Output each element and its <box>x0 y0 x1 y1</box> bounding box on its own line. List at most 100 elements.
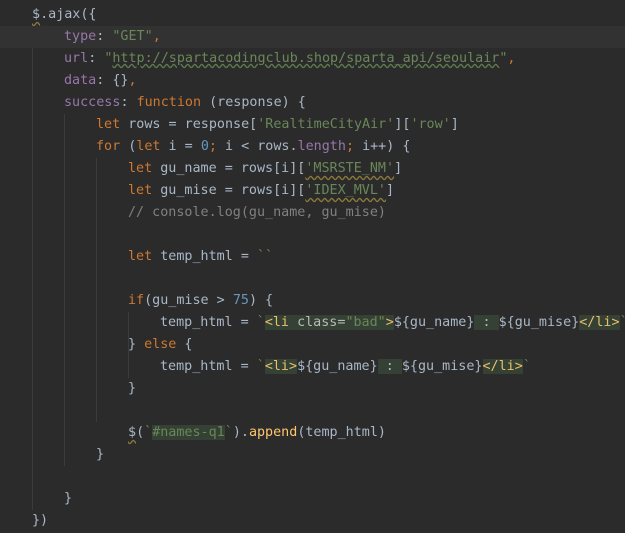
code-token: 'row' <box>410 117 451 132</box>
code-line[interactable]: let rows = response['RealtimeCityAir']['… <box>0 114 625 136</box>
code-token: ` <box>256 359 265 374</box>
code-line-text: for (let i = 0; i < rows.length; i++) { <box>96 136 410 158</box>
code-token: } <box>64 491 73 506</box>
code-token: ${gu_mise} <box>498 315 580 330</box>
code-token: ${gu_mise} <box>401 359 483 374</box>
code-token: let <box>128 161 153 176</box>
code-token: $ <box>128 425 137 440</box>
code-line-text: $(`#names-q1`).append(temp_html) <box>128 422 386 444</box>
code-line[interactable]: // console.log(gu_name, gu_mise) <box>0 202 625 224</box>
code-token: .ajax({ <box>40 7 97 22</box>
code-token: ` <box>144 425 153 440</box>
code-token: ` <box>224 425 233 440</box>
code-token: // console.log(gu_name, gu_mise) <box>128 205 386 220</box>
code-token: } <box>128 337 145 352</box>
code-line[interactable] <box>0 400 625 422</box>
code-line-text: type: "GET", <box>64 26 161 48</box>
code-line[interactable]: if(gu_mise > 75) { <box>0 290 625 312</box>
code-token: (temp_html) <box>297 425 386 440</box>
code-line[interactable]: let gu_name = rows[i]['MSRSTE_NM'] <box>0 158 625 180</box>
code-token: append <box>248 425 298 440</box>
code-token: , <box>507 51 516 66</box>
code-token: ` <box>619 315 625 330</box>
code-token: ${gu_name} <box>393 315 475 330</box>
code-line[interactable]: $(`#names-q1`).append(temp_html) <box>0 422 625 444</box>
code-line[interactable]: for (let i = 0; i < rows.length; i++) { <box>0 136 625 158</box>
code-token: : {} <box>96 73 129 88</box>
code-token: }) <box>32 513 49 528</box>
code-token: function <box>136 95 202 110</box>
code-token: ). <box>232 425 249 440</box>
code-line-text: success: function (response) { <box>64 92 306 114</box>
code-token: : <box>88 51 105 66</box>
code-token: http://spartacodingclub.shop/sparta_api/… <box>112 51 500 66</box>
code-token: temp_html = <box>160 359 257 374</box>
code-token: #names-q1 <box>152 425 225 440</box>
code-line[interactable]: }) <box>0 510 625 532</box>
code-token: i < rows. <box>225 139 298 154</box>
code-token: url <box>64 51 89 66</box>
code-line-text: url: "http://spartacodingclub.shop/spart… <box>64 48 515 70</box>
code-token: : <box>377 359 402 374</box>
code-line[interactable]: } <box>0 444 625 466</box>
code-token: } <box>96 447 105 462</box>
code-token: , <box>152 29 161 44</box>
code-token: length <box>297 139 346 154</box>
code-token: (response) { <box>201 95 306 110</box>
code-token: data <box>64 73 97 88</box>
code-token: : <box>474 315 499 330</box>
code-line-text: } <box>64 488 72 510</box>
code-token: let <box>128 183 153 198</box>
code-token: ] <box>386 183 395 198</box>
code-line[interactable] <box>0 268 625 290</box>
code-line[interactable]: url: "http://spartacodingclub.shop/spart… <box>0 48 625 70</box>
code-token: success <box>64 95 121 110</box>
code-token: (gu_mise > <box>144 293 233 308</box>
code-token: ] <box>450 117 459 132</box>
code-line-text: }) <box>32 510 48 532</box>
code-line-text: temp_html = `<li>${gu_name} : ${gu_mise}… <box>160 356 531 378</box>
code-line-text: let temp_html = `` <box>128 246 273 268</box>
code-line[interactable]: } <box>0 378 625 400</box>
code-line[interactable]: success: function (response) { <box>0 92 625 114</box>
code-token: ][ <box>394 117 411 132</box>
code-line[interactable]: let temp_html = `` <box>0 246 625 268</box>
code-line-text: } <box>96 444 104 466</box>
code-line-text: $.ajax({ <box>32 4 97 26</box>
code-token: `` <box>257 249 274 264</box>
code-line-text: let gu_name = rows[i]['MSRSTE_NM'] <box>128 158 402 180</box>
code-line[interactable]: let gu_mise = rows[i]['IDEX_MVL'] <box>0 180 625 202</box>
code-line-text: data: {}, <box>64 70 137 92</box>
code-token: { <box>176 337 193 352</box>
code-token: </li> <box>482 359 523 374</box>
code-token: ` <box>522 359 531 374</box>
code-token: "GET" <box>112 29 153 44</box>
code-line[interactable]: } else { <box>0 334 625 356</box>
code-line-text: // console.log(gu_name, gu_mise) <box>128 202 386 224</box>
code-token: ( <box>136 425 145 440</box>
code-token: temp_html = <box>152 249 257 264</box>
code-line[interactable] <box>0 466 625 488</box>
code-line[interactable]: temp_html = `<li>${gu_name} : ${gu_mise}… <box>0 356 625 378</box>
code-line[interactable]: temp_html = `<li class="bad">${gu_name} … <box>0 312 625 334</box>
code-line[interactable]: type: "GET", <box>0 26 625 48</box>
code-token: <li> <box>264 359 298 374</box>
code-token: i++) { <box>362 139 411 154</box>
code-line-text: } else { <box>128 334 193 356</box>
code-token: else <box>144 337 177 352</box>
code-token: ] <box>394 161 403 176</box>
code-line[interactable]: $.ajax({ <box>0 4 625 26</box>
code-editor[interactable]: $.ajax({type: "GET", url: "http://spartac… <box>0 0 625 533</box>
code-line[interactable] <box>0 224 625 246</box>
code-token: class= <box>297 315 346 330</box>
code-line[interactable]: } <box>0 488 625 510</box>
code-token: let <box>136 139 161 154</box>
code-line[interactable]: data: {}, <box>0 70 625 92</box>
code-token: ( <box>120 139 137 154</box>
code-token: : <box>120 95 137 110</box>
code-token: type <box>64 29 97 44</box>
code-token: ) { <box>248 293 274 308</box>
code-token: gu_mise = rows[i][ <box>152 183 306 198</box>
code-token: let <box>128 249 153 264</box>
code-token: </li> <box>579 315 620 330</box>
